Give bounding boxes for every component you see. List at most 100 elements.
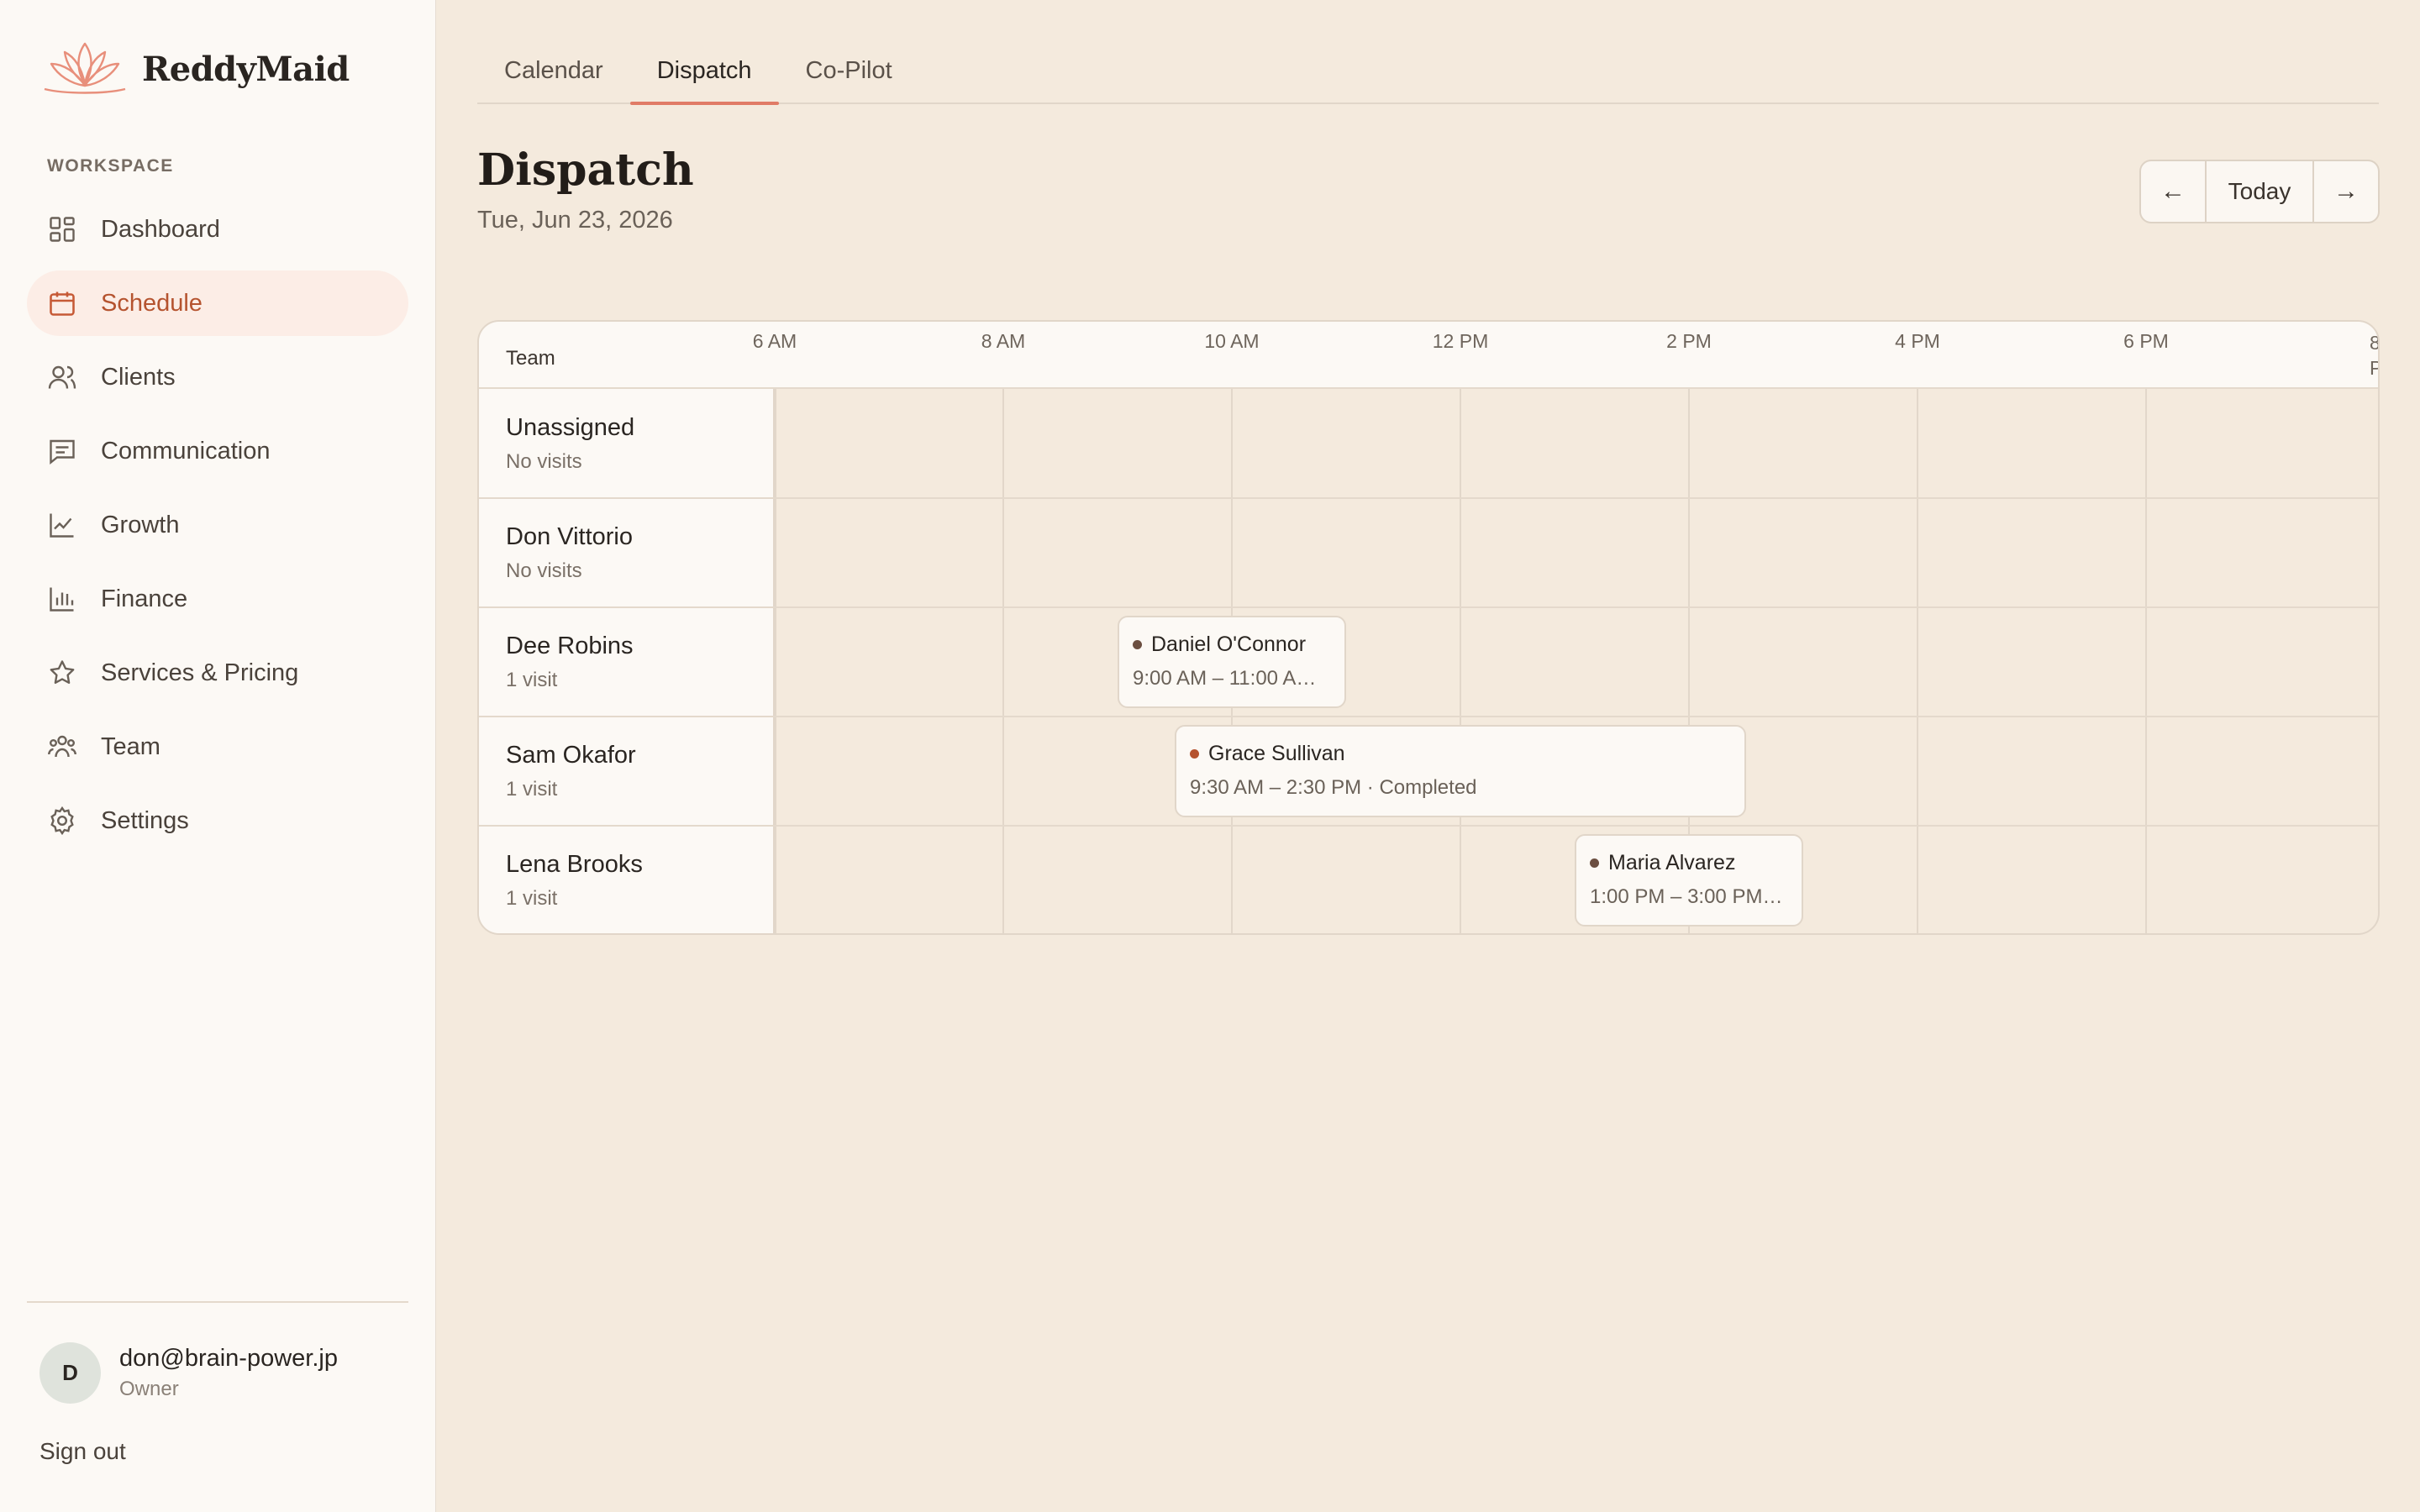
team-member[interactable]: Lena Brooks 1 visit <box>506 851 643 911</box>
sidebar-item-label: Finance <box>101 585 188 612</box>
visit-client-name: Grace Sullivan <box>1208 742 1345 765</box>
sidebar-nav: Dashboard Schedule Clients Communication <box>27 197 408 862</box>
sidebar-item-label: Schedule <box>101 289 203 317</box>
tab-dispatch[interactable]: Dispatch <box>629 47 779 105</box>
calendar-icon <box>47 288 77 318</box>
sidebar-item-label: Dashboard <box>101 215 220 243</box>
date-navigation: ← Today → <box>2139 160 2380 223</box>
sidebar-item-label: Clients <box>101 363 176 391</box>
row-divider <box>479 716 2378 717</box>
visit-time: 1:00 PM – 3:00 PM · ... <box>1590 885 1788 908</box>
user-email: don@brain-power.jp <box>119 1345 338 1372</box>
status-dot-icon <box>1133 640 1142 649</box>
hour-label: 12 PM <box>1432 330 1489 352</box>
tab-calendar[interactable]: Calendar <box>477 47 630 102</box>
sidebar-item-growth[interactable]: Growth <box>27 492 408 558</box>
hour-label: 10 AM <box>1204 330 1260 352</box>
visit-card[interactable]: Daniel O'Connor 9:00 AM – 11:00 AM · ... <box>1118 616 1346 708</box>
sidebar-item-team[interactable]: Team <box>27 714 408 780</box>
member-visit-count: 1 visit <box>506 669 558 691</box>
user-profile[interactable]: D don@brain-power.jp Owner <box>39 1342 338 1404</box>
visit-time: 9:30 AM – 2:30 PM · Completed <box>1190 776 1477 799</box>
sidebar-item-dashboard[interactable]: Dashboard <box>27 197 408 262</box>
board-header: Team 6 AM 8 AM 10 AM 12 PM 2 PM 4 PM 6 PM 8 PM <box>479 322 2378 389</box>
visit-time: 9:00 AM – 11:00 AM · ... <box>1133 667 1331 690</box>
sidebar: ReddyMaid WORKSPACE Dashboard Schedule C… <box>0 0 436 1512</box>
sidebar-item-label: Services & Pricing <box>101 659 299 686</box>
sidebar-divider <box>27 1301 408 1303</box>
team-icon <box>47 732 77 762</box>
sidebar-item-clients[interactable]: Clients <box>27 344 408 410</box>
tab-co-pilot[interactable]: Co-Pilot <box>779 47 919 102</box>
team-member[interactable]: Dee Robins 1 visit <box>506 633 634 692</box>
sidebar-item-settings[interactable]: Settings <box>27 788 408 853</box>
hour-label: 2 PM <box>1666 330 1712 352</box>
team-member[interactable]: Unassigned No visits <box>506 414 634 474</box>
page-title: Dispatch <box>477 144 694 196</box>
next-day-button[interactable]: → <box>2314 161 2378 222</box>
sidebar-item-label: Growth <box>101 511 180 538</box>
row-divider <box>479 497 2378 499</box>
message-icon <box>47 436 77 466</box>
hour-gridline <box>2145 389 2147 933</box>
row-divider <box>479 825 2378 827</box>
brand[interactable]: ReddyMaid <box>39 37 350 102</box>
today-button[interactable]: Today <box>2207 161 2314 222</box>
row-divider <box>479 606 2378 608</box>
user-role: Owner <box>119 1378 179 1400</box>
hour-gridline <box>775 389 776 933</box>
member-name: Dee Robins <box>506 633 634 659</box>
sidebar-item-label: Team <box>101 732 160 760</box>
hour-label: 6 AM <box>752 330 797 352</box>
visit-client-row: Maria Alvarez <box>1590 851 1788 875</box>
hour-label: 8 AM <box>981 330 1026 352</box>
member-visit-count: No visits <box>506 559 582 582</box>
dispatch-board: Team 6 AM8 AM10 AM12 PM2 PM4 PM6 PM8 PM … <box>477 320 2380 935</box>
hour-label: 4 PM <box>1895 330 1940 352</box>
avatar: D <box>39 1342 101 1404</box>
visit-card[interactable]: Maria Alvarez 1:00 PM – 3:00 PM · ... <box>1575 834 1803 927</box>
team-column: Unassigned No visits Don Vittorio No visits… <box>479 389 775 933</box>
visit-client-row: Grace Sullivan <box>1190 742 1731 766</box>
hour-gridline <box>1002 389 1004 933</box>
member-visit-count: 1 visit <box>506 778 558 801</box>
member-visit-count: No visits <box>506 450 582 473</box>
hour-gridline <box>1917 389 1918 933</box>
dashboard-grid-icon <box>47 214 77 244</box>
sidebar-item-services-pricing[interactable]: Services & Pricing <box>27 640 408 706</box>
brand-name: ReddyMaid <box>142 50 350 89</box>
team-member[interactable]: Sam Okafor 1 visit <box>506 742 636 801</box>
lotus-icon <box>39 37 130 102</box>
section-label-workspace: WORKSPACE <box>47 156 174 176</box>
visit-card[interactable]: Grace Sullivan 9:30 AM – 2:30 PM · Comple… <box>1175 725 1746 817</box>
previous-day-button[interactable]: ← <box>2141 161 2207 222</box>
hour-label: 6 PM <box>2123 330 2169 352</box>
visit-client-name: Maria Alvarez <box>1608 851 1736 874</box>
visit-client-row: Daniel O'Connor <box>1133 633 1331 657</box>
page-date: Tue, Jun 23, 2026 <box>477 207 673 234</box>
team-member[interactable]: Don Vittorio No visits <box>506 523 633 583</box>
view-tabs: Calendar Dispatch Co-Pilot <box>477 47 2379 105</box>
sidebar-item-finance[interactable]: Finance <box>27 566 408 632</box>
member-name: Unassigned <box>506 414 635 441</box>
status-dot-icon <box>1590 858 1599 868</box>
bar-chart-icon <box>47 584 77 614</box>
star-icon <box>47 658 77 688</box>
member-name: Sam Okafor <box>506 742 636 769</box>
users-icon <box>47 362 77 392</box>
visit-client-name: Daniel O'Connor <box>1151 633 1307 656</box>
user-info: don@brain-power.jp Owner <box>119 1345 338 1401</box>
team-column-header: Team <box>506 347 555 370</box>
member-name: Lena Brooks <box>506 851 643 878</box>
hour-gridline <box>1460 389 1461 933</box>
sidebar-item-schedule[interactable]: Schedule <box>27 270 408 336</box>
trending-up-icon <box>47 510 77 540</box>
app-root: ReddyMaid WORKSPACE Dashboard Schedule C… <box>0 0 2420 1512</box>
hour-label: 8 PM <box>2370 332 2380 379</box>
main-content: Calendar Dispatch Co-Pilot Dispatch Tue,… <box>436 0 2420 1512</box>
status-dot-icon <box>1190 749 1199 759</box>
member-visit-count: 1 visit <box>506 887 558 910</box>
sign-out-link[interactable]: Sign out <box>39 1438 126 1465</box>
sidebar-item-communication[interactable]: Communication <box>27 418 408 484</box>
gear-icon <box>47 806 77 836</box>
